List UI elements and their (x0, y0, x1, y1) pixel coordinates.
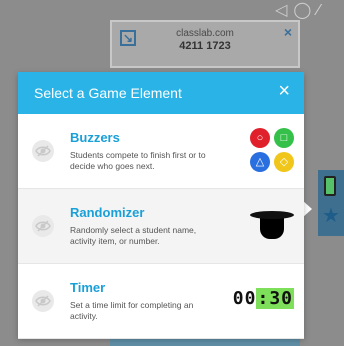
star-icon[interactable]: ★ (322, 206, 340, 226)
side-panel: ★ (318, 170, 344, 236)
option-title: Timer (70, 280, 106, 295)
option-description: Randomly select a student name, activity… (70, 225, 197, 246)
option-timer[interactable]: Timer Set a time limit for completing an… (18, 264, 304, 339)
toolbar-icons: ◁◯⁄ (275, 2, 326, 19)
class-code: 4211 1723 (179, 40, 231, 52)
hidden-eye-icon[interactable] (32, 140, 54, 162)
timer-prefix: 00 (232, 288, 257, 309)
buzzer-buttons-icon: ○ □ △ ◇ (248, 126, 296, 174)
green-buzzer-icon: □ (274, 128, 294, 148)
yellow-buzzer-icon: ◇ (274, 152, 294, 172)
hidden-eye-icon[interactable] (32, 215, 54, 237)
close-button[interactable]: × (278, 81, 290, 101)
class-site: classlab.com (176, 28, 234, 39)
blue-buzzer-icon: △ (250, 152, 270, 172)
option-description: Set a time limit for completing an activ… (70, 300, 194, 321)
dialog-header: Select a Game Element × (18, 72, 304, 114)
option-buzzers[interactable]: Buzzers Students compete to finish first… (18, 114, 304, 189)
option-title: Randomizer (70, 205, 145, 220)
timer-display-icon: 00:30 (233, 288, 294, 309)
dialog-title: Select a Game Element (34, 85, 182, 101)
option-description: Students compete to finish first or to d… (70, 150, 206, 171)
game-element-dialog: Select a Game Element × Buzzers Students… (18, 72, 304, 339)
timer-highlight: :30 (256, 288, 294, 309)
hidden-eye-icon[interactable] (32, 290, 54, 312)
top-hat-icon (250, 201, 294, 245)
hat-brim (250, 211, 294, 219)
red-buzzer-icon: ○ (250, 128, 270, 148)
phone-icon[interactable] (324, 176, 336, 196)
class-code-card: ↘ × classlab.com 4211 1723 (110, 20, 300, 68)
option-randomizer[interactable]: Randomizer Randomly select a student nam… (18, 189, 304, 264)
option-title: Buzzers (70, 130, 120, 145)
